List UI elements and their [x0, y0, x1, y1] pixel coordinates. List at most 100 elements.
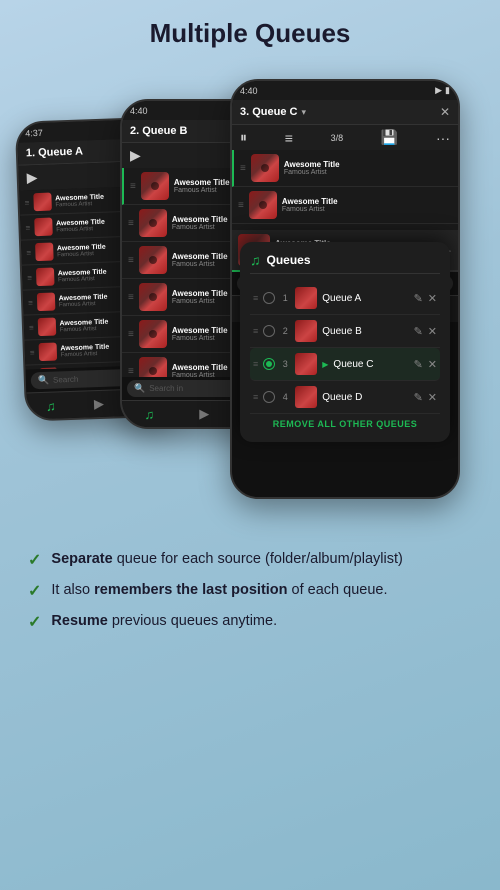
list-item: ≡ Awesome TitleFamous Artist: [232, 187, 458, 224]
feature-item-1: ✓ Separate queue for each source (folder…: [28, 549, 472, 570]
queue-thumb: [295, 386, 317, 408]
queue-thumb: [295, 320, 317, 342]
queue-nav-icon[interactable]: ♫: [46, 398, 56, 413]
track-thumbnail: [39, 367, 58, 369]
more-btn[interactable]: ···: [436, 130, 450, 146]
queue-num-1: 1: [280, 293, 290, 303]
phone2-queue-name: 2. Queue B: [130, 125, 187, 137]
features-section: ✓ Separate queue for each source (folder…: [0, 539, 500, 632]
drag-handle-icon: ≡: [30, 348, 35, 357]
phone1-play-btn[interactable]: ▶: [26, 169, 37, 186]
phone3-controls-row: ⏸ ≡ 3/8 💾 ···: [232, 125, 458, 150]
queue-name-c: Queue C: [333, 359, 408, 370]
track-thumbnail: [35, 243, 54, 262]
queue-radio-b[interactable]: [263, 325, 275, 337]
feature-bold-2: remembers the last position: [94, 582, 287, 598]
list-item: ≡ Awesome TitleFamous Artist: [232, 150, 458, 187]
checkmark-icon-1: ✓: [28, 550, 41, 570]
queues-panel-title: Queues: [267, 253, 311, 267]
queue-name-d: Queue D: [322, 392, 408, 403]
queue-name-b: Queue B: [322, 326, 408, 337]
play-nav-icon[interactable]: ▶: [94, 396, 105, 412]
queue-radio-c[interactable]: [263, 358, 275, 370]
track-thumbnail: [251, 154, 279, 182]
track-thumbnail: [139, 357, 167, 377]
drag-handle-icon: ≡: [25, 223, 30, 232]
remove-queue-icon[interactable]: ✕: [428, 391, 437, 404]
feature-bold-3: Resume: [51, 613, 107, 629]
checkmark-icon-2: ✓: [28, 581, 41, 601]
signal-icon: ▶: [435, 85, 442, 96]
feature-text-1: Separate queue for each source (folder/a…: [51, 549, 402, 570]
queue-item-d[interactable]: ≡ 4 Queue D ✎ ✕: [250, 381, 440, 414]
queue-name-a: Queue A: [322, 293, 408, 304]
track-thumbnail: [141, 172, 169, 200]
phone1-queue-name: 1. Queue A: [26, 145, 83, 159]
drag-handle-icon: ≡: [238, 200, 244, 211]
remove-all-queues-button[interactable]: REMOVE ALL OTHER QUEUES: [250, 414, 440, 432]
track-thumbnail: [139, 209, 167, 237]
queue-num-4: 4: [280, 392, 290, 402]
queue-nav-icon[interactable]: ♫: [145, 407, 155, 422]
phone2-time: 4:40: [130, 106, 148, 116]
track-thumbnail: [139, 320, 167, 348]
track-thumbnail: [34, 218, 53, 237]
queue-num-3: 3: [280, 359, 290, 369]
phone3-queue-header: 3. Queue C ▾ ✕: [232, 100, 458, 125]
track-thumbnail: [139, 246, 167, 274]
play-nav-icon[interactable]: ▶: [199, 406, 209, 422]
drag-icon: ≡: [253, 326, 258, 336]
track-thumbnail: [249, 191, 277, 219]
phone-3: 4:40 ▶ ▮ 3. Queue C ▾ ✕ ⏸ ≡ 3/8 💾: [230, 79, 460, 499]
remove-queue-icon[interactable]: ✕: [428, 358, 437, 371]
drag-handle-icon: ≡: [28, 298, 33, 307]
battery-icon: ▮: [445, 85, 450, 96]
phone1-search-text: Search: [53, 375, 79, 385]
drag-handle-icon: ≡: [130, 181, 136, 192]
drag-handle-icon: ≡: [128, 292, 134, 303]
chevron-down-icon[interactable]: ▾: [301, 107, 306, 118]
edit-icon[interactable]: ✎: [414, 391, 423, 404]
drag-handle-icon: ≡: [26, 248, 31, 257]
edit-icon[interactable]: ✎: [414, 292, 423, 305]
queue-thumb: [295, 353, 317, 375]
track-thumbnail: [37, 318, 56, 337]
drag-handle-icon: ≡: [128, 329, 134, 340]
queue-item-b[interactable]: ≡ 2 Queue B ✎ ✕: [250, 315, 440, 348]
phone3-status-icons: ▶ ▮: [435, 85, 450, 96]
queue-item-c[interactable]: ≡ 3 ▶ Queue C ✎ ✕: [250, 348, 440, 381]
search-icon: 🔍: [134, 383, 145, 394]
queues-panel-header: ♫ Queues: [250, 252, 440, 274]
drag-handle-icon: ≡: [240, 163, 246, 174]
phone3-queue-name: 3. Queue C: [240, 106, 297, 118]
queue-radio-d[interactable]: [263, 391, 275, 403]
phone3-time: 4:40: [240, 86, 258, 96]
queue-list-icon: ♫: [250, 252, 261, 268]
close-icon[interactable]: ✕: [440, 105, 450, 119]
drag-handle-icon: ≡: [29, 323, 34, 332]
drag-handle-icon: ≡: [128, 366, 134, 377]
sort-btn[interactable]: ≡: [285, 130, 293, 146]
track-thumbnail: [33, 193, 52, 212]
drag-handle-icon: ≡: [24, 198, 29, 207]
feature-item-2: ✓ It also remembers the last position of…: [28, 580, 472, 601]
phones-container: 4:37 ▶ 1. Queue A ▶ ≡ ≡ A: [0, 59, 500, 539]
phone3-track-list: ≡ Awesome TitleFamous Artist ≡ Awesome T…: [232, 150, 458, 230]
pause-btn[interactable]: ⏸: [240, 129, 247, 146]
queue-radio-a[interactable]: [263, 292, 275, 304]
save-btn[interactable]: 💾: [381, 129, 398, 146]
phone2-play-btn[interactable]: ▶: [130, 147, 141, 164]
edit-icon[interactable]: ✎: [414, 358, 423, 371]
phone3-status-bar: 4:40 ▶ ▮: [232, 81, 458, 100]
remove-queue-icon[interactable]: ✕: [428, 292, 437, 305]
drag-icon: ≡: [253, 293, 258, 303]
remove-queue-icon[interactable]: ✕: [428, 325, 437, 338]
drag-handle-icon: ≡: [128, 218, 134, 229]
drag-icon: ≡: [253, 392, 258, 402]
track-thumbnail: [36, 268, 55, 287]
edit-icon[interactable]: ✎: [414, 325, 423, 338]
search-icon: 🔍: [38, 375, 50, 386]
queue-item-a[interactable]: ≡ 1 Queue A ✎ ✕: [250, 282, 440, 315]
queue-thumb: [295, 287, 317, 309]
playing-icon: ▶: [322, 360, 328, 369]
